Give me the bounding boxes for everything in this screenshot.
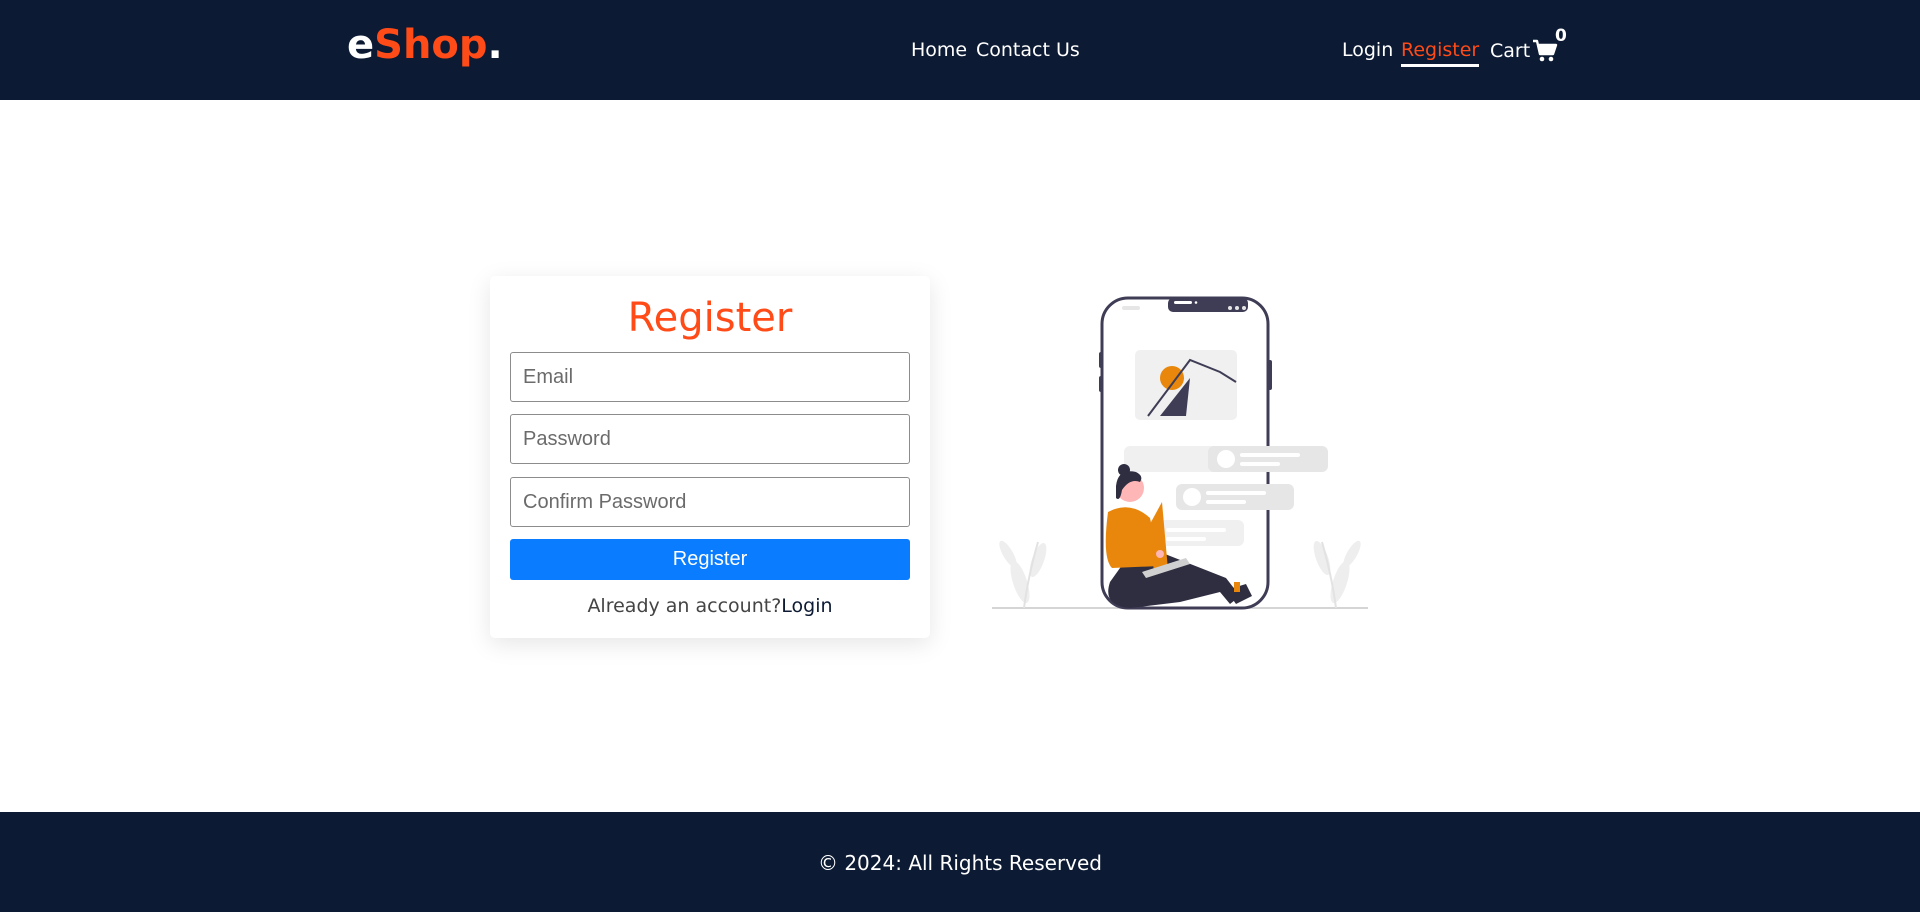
nav-contact[interactable]: Contact Us bbox=[976, 38, 1080, 62]
register-title: Register bbox=[627, 295, 793, 341]
already-account-text: Already an account? bbox=[587, 595, 782, 617]
copyright-text: © 2024: All Rights Reserved bbox=[817, 851, 1103, 875]
nav-login[interactable]: Login bbox=[1342, 38, 1393, 62]
register-illustration bbox=[992, 296, 1368, 610]
nav-register[interactable]: Register bbox=[1401, 38, 1480, 67]
cart-label: Cart bbox=[1490, 40, 1531, 62]
cart-link[interactable]: Cart bbox=[1490, 38, 1558, 64]
logo[interactable]: eShop. bbox=[347, 20, 503, 70]
register-button[interactable]: Register bbox=[510, 539, 910, 580]
site-footer: © 2024: All Rights Reserved bbox=[0, 812, 1920, 912]
logo-suffix: . bbox=[487, 22, 503, 68]
email-field[interactable] bbox=[510, 352, 910, 402]
logo-brand: Shop bbox=[374, 22, 488, 68]
password-field[interactable] bbox=[510, 414, 910, 464]
register-form: Register Register Already an account?Log… bbox=[490, 276, 930, 638]
site-header: eShop. Home Contact Us Login Register Ca… bbox=[0, 0, 1920, 100]
plant-right-icon bbox=[1313, 540, 1361, 609]
logo-prefix: e bbox=[347, 22, 375, 68]
cart-count-badge: 0 bbox=[1555, 26, 1567, 46]
nav-home[interactable]: Home bbox=[911, 38, 967, 62]
login-link[interactable]: Login bbox=[781, 595, 832, 617]
confirm-password-field[interactable] bbox=[510, 477, 910, 527]
login-prompt: Already an account?Login bbox=[490, 594, 930, 618]
plant-left-icon bbox=[999, 540, 1047, 609]
